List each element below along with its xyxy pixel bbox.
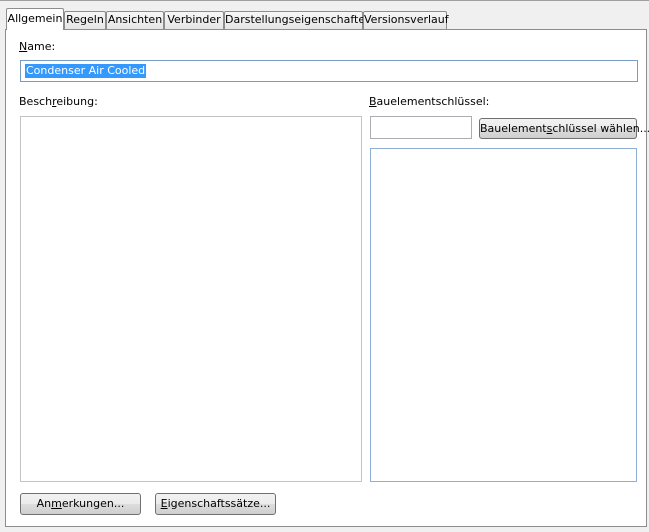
notes-button[interactable]: Anmerkungen... [20, 493, 141, 515]
description-textarea[interactable] [20, 116, 362, 482]
tab-label: Ansichten [107, 13, 163, 26]
tab-regeln[interactable]: Regeln [64, 11, 106, 29]
tab-panel-allgemein: Name: Condenser Air Cooled Beschreibung:… [5, 29, 649, 527]
tab-darstellungseigenschaften[interactable]: Darstellungseigenschaften [224, 11, 372, 29]
component-key-input[interactable] [370, 116, 472, 139]
tab-label: Allgemein [7, 12, 63, 25]
name-input[interactable]: Condenser Air Cooled [20, 60, 638, 82]
select-component-key-button[interactable]: Bauelementschlüssel wählen... [479, 118, 649, 139]
component-key-list[interactable] [370, 148, 637, 482]
tab-label: Darstellungseigenschaften [225, 13, 373, 26]
tab-ansichten[interactable]: Ansichten [106, 11, 164, 29]
property-sets-button[interactable]: Eigenschaftssätze... [155, 493, 276, 515]
tab-versionsverlauf[interactable]: Versionsverlauf [363, 11, 449, 29]
name-input-value: Condenser Air Cooled [25, 64, 147, 78]
description-label: Beschreibung: [19, 95, 98, 108]
tab-label: Verbinder [167, 13, 221, 26]
tab-label: Versionsverlauf [364, 13, 449, 26]
component-key-label: Bauelementschlüssel: [369, 95, 490, 108]
tab-label: Regeln [66, 13, 104, 26]
name-label: Name: [19, 40, 56, 53]
tab-verbinder[interactable]: Verbinder [164, 11, 224, 29]
tab-allgemein[interactable]: Allgemein [6, 8, 64, 30]
window-top-border [0, 0, 649, 1]
